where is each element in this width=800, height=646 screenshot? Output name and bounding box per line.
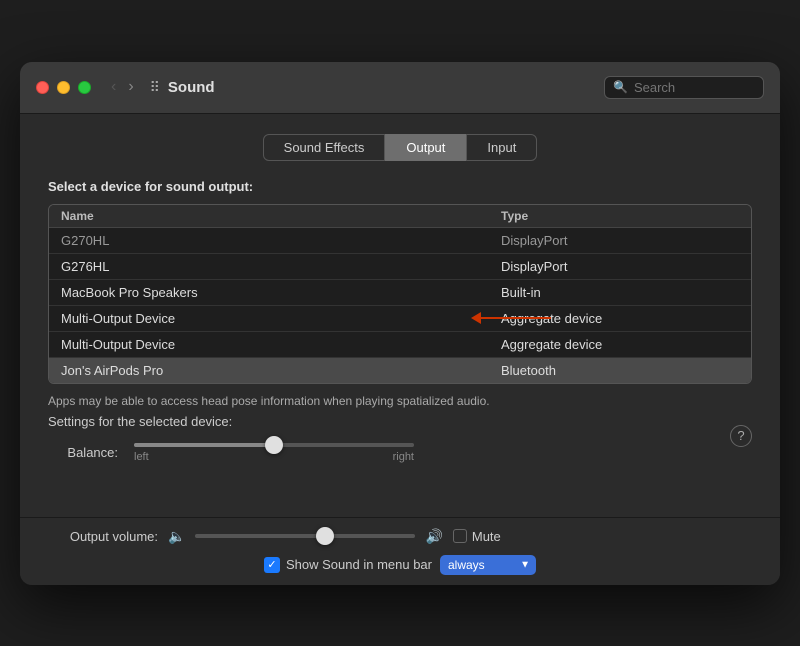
settings-label: Settings for the selected device:	[48, 414, 752, 429]
info-text: Apps may be able to access head pose inf…	[48, 394, 752, 408]
table-header: Name Type	[49, 205, 751, 228]
table-row[interactable]: G270HL DisplayPort	[49, 228, 751, 254]
device-name: G270HL	[61, 233, 501, 248]
balance-row: Balance: left right	[48, 443, 752, 463]
device-type: Aggregate device	[501, 337, 721, 352]
device-name: Multi-Output Device	[61, 337, 501, 352]
table-row[interactable]: Multi-Output Device Aggregate device	[49, 306, 751, 332]
section-title: Select a device for sound output:	[48, 179, 752, 194]
table-row[interactable]: Multi-Output Device Aggregate device	[49, 332, 751, 358]
device-type: Built-in	[501, 285, 721, 300]
volume-low-icon: 🔈	[168, 528, 185, 545]
row-extra	[721, 285, 739, 300]
output-volume-row: Output volume: 🔈 🔊 Mute	[48, 528, 752, 545]
row-extra	[721, 337, 739, 352]
window-title: Sound	[168, 79, 215, 96]
col-header-scroll	[721, 209, 739, 223]
device-name: MacBook Pro Speakers	[61, 285, 501, 300]
system-preferences-window: ‹ › ⠿ Sound 🔍 Sound Effects Output Input…	[20, 62, 780, 585]
help-area: ?	[20, 487, 780, 517]
show-sound-checkbox-wrap[interactable]: ✓ Show Sound in menu bar	[264, 557, 432, 573]
device-name: Multi-Output Device	[61, 311, 501, 326]
help-button[interactable]: ?	[730, 425, 752, 447]
device-table: Name Type G270HL DisplayPort G276HL Disp…	[48, 204, 752, 384]
balance-thumb[interactable]	[265, 436, 283, 454]
tabs: Sound Effects Output Input	[48, 134, 752, 161]
main-content: Sound Effects Output Input Select a devi…	[20, 114, 780, 487]
row-extra	[721, 363, 739, 378]
forward-button[interactable]: ›	[124, 76, 137, 98]
tab-sound-effects[interactable]: Sound Effects	[263, 134, 386, 161]
volume-slider[interactable]	[195, 534, 415, 538]
always-select[interactable]: always never when active	[440, 555, 536, 575]
device-name: Jon's AirPods Pro	[61, 363, 501, 378]
grid-icon[interactable]: ⠿	[150, 79, 160, 96]
close-button[interactable]	[36, 81, 49, 94]
output-volume-label: Output volume:	[48, 529, 158, 544]
traffic-lights	[36, 81, 91, 94]
show-menu-row: ✓ Show Sound in menu bar always never wh…	[48, 555, 752, 575]
balance-right-label: right	[393, 451, 414, 463]
mute-checkbox[interactable]: Mute	[453, 529, 501, 544]
tab-output[interactable]: Output	[385, 134, 466, 161]
mute-label: Mute	[472, 529, 501, 544]
balance-slider-container: left right	[134, 443, 414, 463]
mute-checkbox-box[interactable]	[453, 529, 467, 543]
device-name: G276HL	[61, 259, 501, 274]
search-bar[interactable]: 🔍	[604, 76, 764, 99]
device-type: DisplayPort	[501, 259, 721, 274]
device-type: DisplayPort	[501, 233, 721, 248]
search-icon: 🔍	[613, 80, 628, 94]
show-sound-label: Show Sound in menu bar	[286, 557, 432, 572]
search-input[interactable]	[634, 80, 755, 95]
table-row[interactable]: G276HL DisplayPort	[49, 254, 751, 280]
row-extra	[721, 259, 739, 274]
tab-input[interactable]: Input	[466, 134, 537, 161]
minimize-button[interactable]	[57, 81, 70, 94]
col-header-name: Name	[61, 209, 501, 223]
balance-track	[134, 443, 414, 447]
show-sound-checkbox[interactable]: ✓	[264, 557, 280, 573]
always-select-wrapper[interactable]: always never when active ▼	[440, 555, 536, 575]
back-button[interactable]: ‹	[107, 76, 120, 98]
balance-left-label: left	[134, 451, 149, 463]
nav-arrows: ‹ ›	[107, 76, 138, 98]
table-row[interactable]: MacBook Pro Speakers Built-in	[49, 280, 751, 306]
row-extra	[721, 311, 739, 326]
balance-label: Balance:	[48, 445, 118, 460]
volume-thumb[interactable]	[316, 527, 334, 545]
table-row[interactable]: Jon's AirPods Pro Bluetooth	[49, 358, 751, 383]
bottom-bar: Output volume: 🔈 🔊 Mute ✓ Show Sound in …	[20, 517, 780, 585]
row-extra	[721, 233, 739, 248]
volume-high-icon: 🔊	[425, 528, 442, 545]
titlebar: ‹ › ⠿ Sound 🔍	[20, 62, 780, 114]
annotation-arrow	[471, 312, 551, 324]
device-type: Bluetooth	[501, 363, 721, 378]
maximize-button[interactable]	[78, 81, 91, 94]
col-header-type: Type	[501, 209, 721, 223]
